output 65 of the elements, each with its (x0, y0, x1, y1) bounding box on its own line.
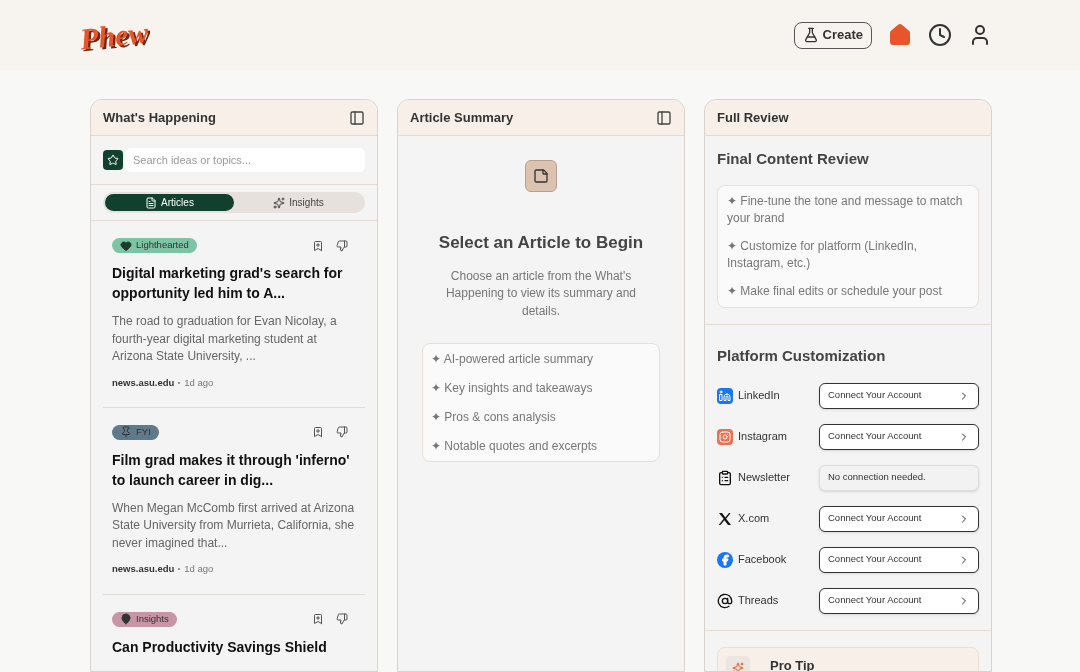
bookmark-icon[interactable] (312, 239, 324, 252)
tab[interactable]: Insights (234, 194, 363, 211)
clock-icon[interactable] (928, 23, 952, 47)
feature-item: ✦ Notable quotes and excerpts (431, 438, 599, 455)
article-source: news.asu.edu (112, 375, 175, 390)
article-source: news.asu.edu (112, 562, 175, 577)
thumbs-down-icon[interactable] (336, 613, 348, 625)
empty-state-heading: Select an Article to Begin (438, 232, 644, 254)
location-pin-icon (120, 613, 132, 625)
create-button[interactable]: Create (793, 21, 872, 49)
heart-icon (120, 239, 132, 252)
platform-name: Threads (738, 593, 779, 609)
tag-label: Lighthearted (136, 238, 189, 253)
article-excerpt: The road to graduation for Evan Nicolay, a fourth-year digital marketing student at Arizona State University, ... (112, 313, 338, 365)
tag-label: Insights (136, 611, 169, 626)
bookmark-icon[interactable] (312, 613, 324, 625)
article-title[interactable]: Digital marketing grad's search for opportunity led him to A... (112, 263, 356, 303)
bookmark-icon[interactable] (312, 426, 324, 439)
thumbs-down-icon[interactable] (336, 239, 348, 252)
section-heading: Final Content Review (717, 149, 870, 169)
connect-account-button[interactable]: Connect Your Account (819, 587, 979, 614)
x-logo-icon (717, 510, 733, 527)
review-point: ✦ Fine-tune the tone and message to match your brand (727, 192, 964, 227)
connect-account-button[interactable]: Connect Your Account (819, 546, 979, 573)
sidebar-toggle-icon[interactable] (656, 109, 672, 126)
review-point: ✦ Customize for platform (LinkedIn, Instagram, etc.) (727, 237, 919, 272)
connect-account-button[interactable]: Connect Your Account (819, 423, 979, 450)
section-heading: Platform Customization (717, 346, 887, 366)
article-title[interactable]: Film grad makes it through 'inferno' to launch career in dig... (112, 449, 356, 490)
panel-title: What's Happening (103, 108, 216, 127)
linkedin-icon (717, 387, 733, 404)
home-icon[interactable] (888, 23, 912, 47)
panel-title: Full Review (717, 108, 789, 127)
thumbs-down-icon[interactable] (336, 426, 348, 439)
platform-name: Newsletter (738, 470, 790, 486)
platform-name: Instagram (738, 429, 787, 445)
sparkles-icon (273, 196, 286, 209)
panel-title: Article Summary (410, 108, 514, 127)
tag-label: FYI (136, 425, 151, 440)
review-point: ✦ Make final edits or schedule your post (727, 282, 943, 300)
feature-item: ✦ Key insights and takeaways (431, 380, 594, 397)
flask-icon (802, 27, 819, 43)
sidebar-toggle-icon[interactable] (349, 109, 365, 126)
connect-account-button[interactable]: Connect Your Account (819, 382, 979, 409)
facebook-icon (717, 551, 733, 568)
platform-name: X.com (738, 511, 770, 527)
connection-note: No connection needed. (819, 464, 979, 491)
feature-item: ✦ AI-powered article summary (431, 351, 595, 368)
article-excerpt: When Megan McComb first arrived at Arizona State University from Murrieta, California, she never imagined that... (112, 499, 356, 552)
feature-item: ✦ Pros & cons analysis (431, 409, 557, 426)
platform-name: LinkedIn (738, 388, 780, 404)
article-time: 1d ago (184, 375, 214, 390)
document-icon (145, 196, 158, 209)
search-field[interactable]: Search ideas or topics... (125, 148, 365, 172)
threads-icon (717, 592, 733, 609)
document-icon (525, 160, 557, 192)
connect-account-button[interactable]: Connect Your Account (819, 505, 979, 532)
empty-state-text: Choose an article from the What's Happening to view its summary and details. (444, 267, 638, 320)
instagram-icon (717, 428, 733, 445)
article-time: 1d ago (184, 562, 214, 577)
tab[interactable]: Articles (105, 194, 234, 211)
platform-name: Facebook (738, 552, 787, 568)
pin-icon (120, 426, 132, 439)
article-title[interactable]: Can Productivity Savings Shield (112, 636, 356, 657)
clipboard-icon (717, 469, 733, 486)
